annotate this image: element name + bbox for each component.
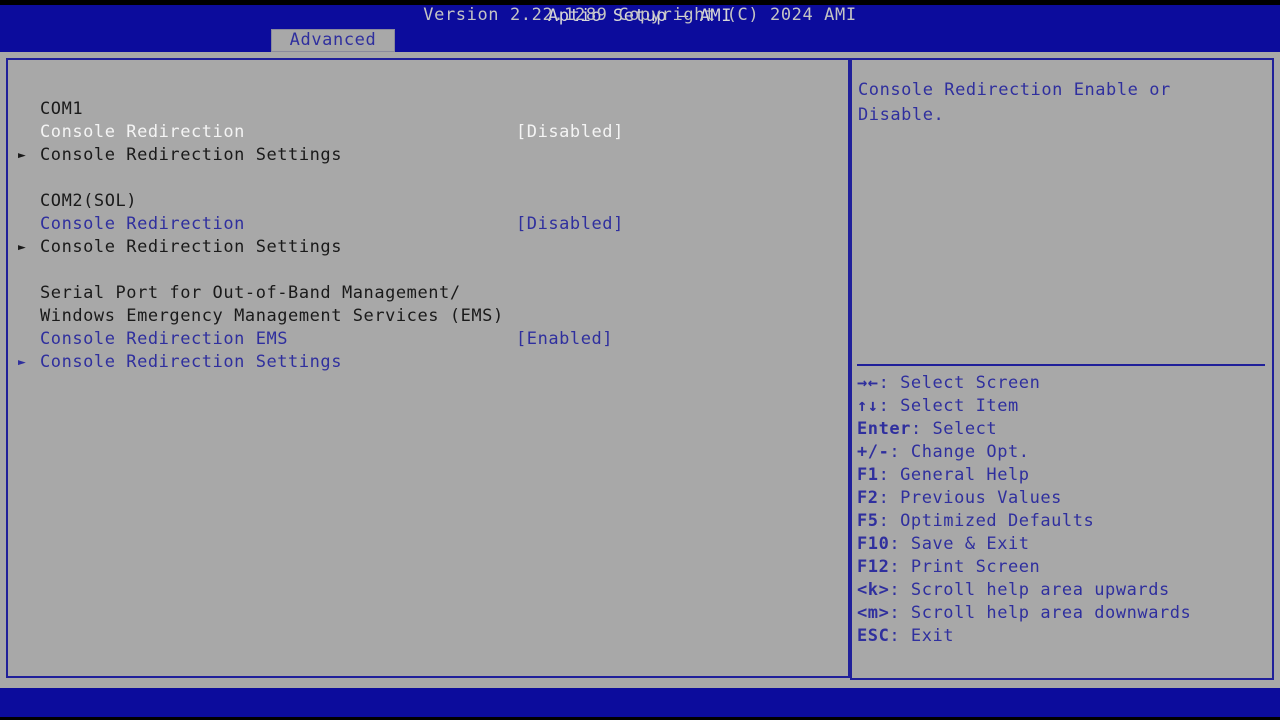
settings-menu-list: COM1Console Redirection[Disabled]►Consol… — [8, 98, 848, 374]
tab-bar — [0, 29, 1280, 52]
legend-key: <m> — [857, 603, 889, 623]
menu-section-header: COM1 — [8, 98, 848, 121]
legend-description: : Scroll help area downwards — [889, 603, 1191, 623]
legend-description: : Print Screen — [889, 557, 1040, 577]
help-divider — [857, 364, 1265, 366]
submenu-triangle-icon: ► — [18, 351, 32, 374]
menu-section-header: COM2(SOL) — [8, 190, 848, 213]
legend-item: +/-: Change Opt. — [857, 441, 1269, 464]
menu-item-label: COM2(SOL) — [40, 190, 137, 213]
submenu-triangle-icon: ► — [18, 236, 32, 259]
legend-description: : General Help — [879, 465, 1030, 485]
legend-key: F2 — [857, 488, 879, 508]
help-panel: Console Redirection Enable or Disable. →… — [850, 58, 1274, 680]
menu-item-label: Console Redirection EMS — [40, 328, 288, 351]
legend-item: ESC: Exit — [857, 625, 1269, 648]
legend-item: <k>: Scroll help area upwards — [857, 579, 1269, 602]
footer-bar — [0, 688, 1280, 717]
legend-key: F5 — [857, 511, 879, 531]
menu-row[interactable]: ► Console Redirection Settings — [8, 351, 848, 374]
menu-item-label: Windows Emergency Management Services (E… — [40, 305, 504, 328]
legend-key: <k> — [857, 580, 889, 600]
menu-item-label: Console Redirection — [40, 121, 245, 144]
legend-item: <m>: Scroll help area downwards — [857, 602, 1269, 625]
menu-item-label: Serial Port for Out-of-Band Management/ — [40, 282, 461, 305]
menu-section-header: Windows Emergency Management Services (E… — [8, 305, 848, 328]
legend-item: F5: Optimized Defaults — [857, 510, 1269, 533]
legend-key: F10 — [857, 534, 889, 554]
menu-spacer — [8, 167, 848, 190]
menu-item-value[interactable]: [Disabled] — [516, 121, 624, 144]
menu-row[interactable]: Console Redirection [Disabled] — [8, 121, 848, 144]
menu-item-label: Console Redirection Settings — [40, 236, 342, 259]
legend-item: F12: Print Screen — [857, 556, 1269, 579]
key-legend-list: →←: Select Screen↑↓: Select ItemEnter: S… — [857, 372, 1269, 648]
legend-key: ESC — [857, 626, 889, 646]
menu-row[interactable]: Console Redirection EMS [Enabled] — [8, 328, 848, 351]
bios-setup-screen: Aptio Setup – AMI Advanced COM1Console R… — [0, 0, 1280, 720]
legend-description: : Change Opt. — [889, 442, 1029, 462]
legend-description: : Optimized Defaults — [879, 511, 1095, 531]
footer-version: Version 2.22.1289 Copyright (C) 2024 AMI — [0, 4, 1280, 26]
legend-key: +/- — [857, 442, 889, 462]
legend-item: →←: Select Screen — [857, 372, 1269, 395]
legend-key: →← — [857, 373, 879, 393]
legend-item: F1: General Help — [857, 464, 1269, 487]
legend-item: ↑↓: Select Item — [857, 395, 1269, 418]
legend-description: : Select Item — [879, 396, 1019, 416]
menu-spacer — [8, 259, 848, 282]
menu-row[interactable]: Console Redirection [Disabled] — [8, 213, 848, 236]
menu-item-label: Console Redirection — [40, 213, 245, 236]
legend-item: F10: Save & Exit — [857, 533, 1269, 556]
legend-description: : Select Screen — [879, 373, 1041, 393]
submenu-triangle-icon: ► — [18, 144, 32, 167]
menu-section-header: Serial Port for Out-of-Band Management/ — [8, 282, 848, 305]
legend-key: Enter — [857, 419, 911, 439]
legend-item: F2: Previous Values — [857, 487, 1269, 510]
menu-row[interactable]: ► Console Redirection Settings — [8, 144, 848, 167]
menu-item-label: Console Redirection Settings — [40, 351, 342, 374]
tab-advanced[interactable]: Advanced — [271, 29, 395, 52]
legend-key: ↑↓ — [857, 396, 879, 416]
help-description: Console Redirection Enable or Disable. — [858, 78, 1264, 128]
legend-description: : Save & Exit — [889, 534, 1029, 554]
legend-key: F12 — [857, 557, 889, 577]
legend-description: : Previous Values — [879, 488, 1062, 508]
menu-item-value[interactable]: [Enabled] — [516, 328, 613, 351]
menu-item-value[interactable]: [Disabled] — [516, 213, 624, 236]
legend-description: : Exit — [889, 626, 954, 646]
settings-panel: COM1Console Redirection[Disabled]►Consol… — [6, 58, 850, 678]
menu-row[interactable]: ► Console Redirection Settings — [8, 236, 848, 259]
menu-item-label: COM1 — [40, 98, 83, 121]
legend-description: : Select — [911, 419, 997, 439]
legend-key: F1 — [857, 465, 879, 485]
legend-item: Enter: Select — [857, 418, 1269, 441]
legend-description: : Scroll help area upwards — [889, 580, 1169, 600]
menu-item-label: Console Redirection Settings — [40, 144, 342, 167]
